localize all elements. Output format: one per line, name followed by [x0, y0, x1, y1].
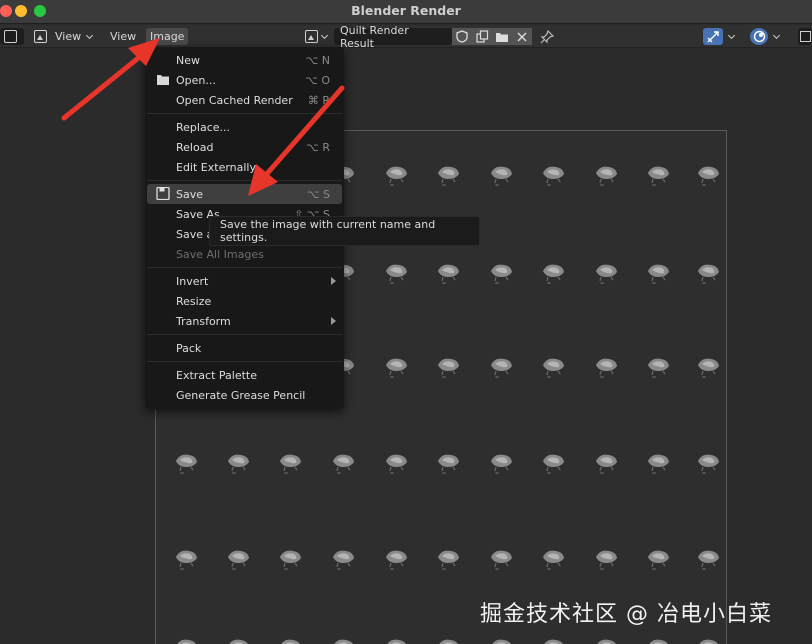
- annotation-arrow-to-image-menu: [61, 38, 160, 121]
- annotation-arrow-to-save: [248, 85, 345, 196]
- watermark-text: 掘金技术社区 @ 冶电小白菜: [480, 602, 772, 627]
- annotation-arrows: [61, 38, 345, 196]
